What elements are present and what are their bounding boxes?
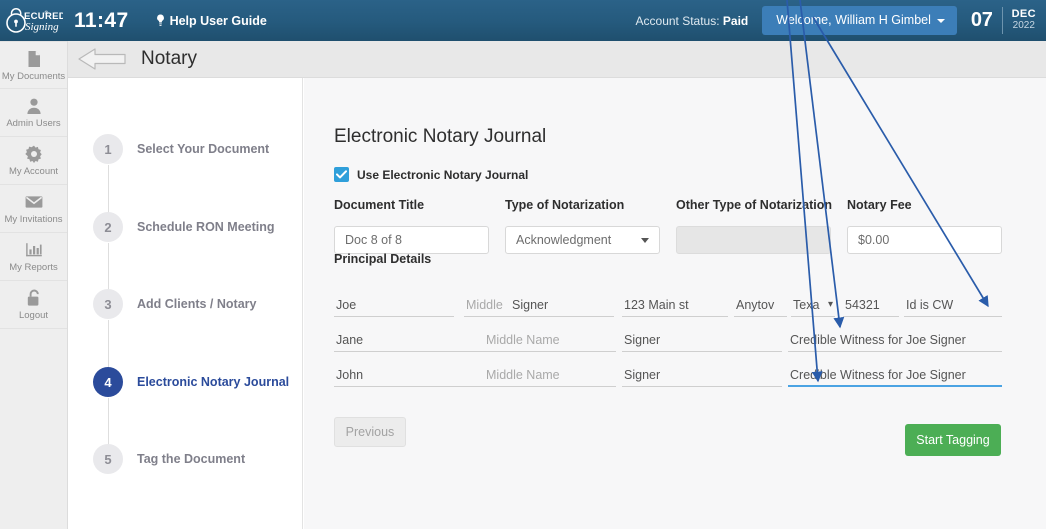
document-title-input[interactable]: Doc 8 of 8 <box>334 226 489 254</box>
sidebar-item-logout[interactable]: Logout <box>0 281 67 329</box>
principal-1-address-input[interactable]: 123 Main st <box>622 294 728 317</box>
principal-3-last-name-input[interactable]: Signer <box>622 364 782 387</box>
lightbulb-icon <box>156 14 164 26</box>
account-status: Account Status: Paid <box>636 14 749 28</box>
sidebar-item-my-reports[interactable]: My Reports <box>0 233 67 281</box>
app-logo[interactable]: ECURED ® Signing <box>0 0 68 41</box>
label-type-of-notarization: Type of Notarization <box>505 198 625 212</box>
account-status-label: Account Status: <box>635 13 720 28</box>
page-titlebar: Notary <box>68 41 1046 78</box>
label-document-title: Document Title <box>334 198 425 212</box>
other-type-of-notarization-input <box>676 226 831 254</box>
principal-details-label: Principal Details <box>334 252 432 266</box>
top-header: ECURED ® Signing 11:47 Help User Guide A… <box>0 0 1046 41</box>
principal-2-note-input[interactable]: Credible Witness for Joe Signer <box>788 329 1002 352</box>
principal-2-middle-name-input[interactable]: Middle Name <box>484 329 616 352</box>
principal-1-last-name-input[interactable]: Signer <box>510 294 614 317</box>
help-user-guide-label: Help User Guide <box>169 13 267 28</box>
form-heading: Electronic Notary Journal <box>334 126 547 147</box>
label-notary-fee: Notary Fee <box>847 198 912 212</box>
sidebar-item-my-documents[interactable]: My Documents <box>0 41 67 89</box>
date-divider <box>1001 7 1003 34</box>
step-1-number: 1 <box>93 134 123 164</box>
chevron-down-icon <box>936 19 945 23</box>
principal-1-state-value: Texa <box>793 298 820 312</box>
chevron-down-icon <box>641 237 649 243</box>
previous-button[interactable]: Previous <box>334 417 406 447</box>
use-electronic-notary-journal-label: Use Electronic Notary Journal <box>357 167 529 182</box>
step-2-label: Schedule RON Meeting <box>137 219 275 234</box>
gear-icon <box>24 145 42 163</box>
chevron-down-icon: ▾ <box>827 299 833 310</box>
page-title: Notary <box>141 48 197 69</box>
sidebar-item-my-account[interactable]: My Account <box>0 137 67 185</box>
wizard-step-3[interactable]: 3 Add Clients / Notary <box>69 289 303 319</box>
date-day: 07 <box>970 9 993 31</box>
wizard-steps: 1 Select Your Document 2 Schedule RON Me… <box>69 78 303 529</box>
principal-3-note-input[interactable]: Credible Witness for Joe Signer <box>788 364 1002 387</box>
sidebar-label-admin-users: Admin Users <box>6 118 61 129</box>
label-other-type-of-notarization: Other Type of Notarization <box>676 198 833 212</box>
principal-1-state-select[interactable]: Texa ▾ <box>791 294 835 317</box>
sidebar-item-my-invitations[interactable]: My Invitations <box>0 185 67 233</box>
sidebar-item-admin-users[interactable]: Admin Users <box>0 89 67 137</box>
notary-fee-input[interactable]: $0.00 <box>847 226 1002 254</box>
principal-3-first-name-input[interactable]: John <box>334 364 484 387</box>
date-month-year: DEC 2022 <box>1012 9 1036 31</box>
wizard-step-4[interactable]: 4 Electronic Notary Journal <box>69 367 303 397</box>
principal-1-city-input[interactable]: Anytov <box>734 294 787 317</box>
sidebar-label-logout: Logout <box>18 310 49 321</box>
welcome-user-menu[interactable]: Welcome, William H Gimbel <box>762 6 957 35</box>
principal-2-first-name-input[interactable]: Jane <box>334 329 484 352</box>
welcome-user-label: Welcome, William H Gimbel <box>776 13 931 27</box>
type-of-notarization-select[interactable]: Acknowledgment <box>505 226 660 254</box>
left-sidebar: My Documents Admin Users My Account My I… <box>0 41 68 529</box>
principal-1-zip-input[interactable]: 54321 <box>843 294 899 317</box>
envelope-icon <box>25 196 42 208</box>
wizard-step-2[interactable]: 2 Schedule RON Meeting <box>69 212 303 242</box>
wizard-step-5[interactable]: 5 Tag the Document <box>69 444 303 474</box>
back-arrow-button[interactable] <box>76 46 128 72</box>
svg-text:®: ® <box>45 9 49 16</box>
step-1-label: Select Your Document <box>137 141 270 156</box>
secured-signing-logo-icon: ECURED ® Signing <box>6 7 63 33</box>
principal-1-first-name-input[interactable]: Joe <box>334 294 454 317</box>
step-2-number: 2 <box>93 212 123 242</box>
user-icon <box>26 98 41 114</box>
header-date: 07 DEC 2022 <box>971 7 1036 34</box>
document-icon <box>28 50 40 67</box>
app-root: ECURED ® Signing 11:47 Help User Guide A… <box>0 0 1046 529</box>
checkbox-checked-icon <box>334 167 349 182</box>
bar-chart-icon <box>25 243 42 257</box>
help-user-guide-link[interactable]: Help User Guide <box>155 14 267 28</box>
step-4-number: 4 <box>93 367 123 397</box>
clock-display: 11:47 <box>74 8 129 32</box>
step-5-number: 5 <box>93 444 123 474</box>
unlock-icon <box>27 289 39 306</box>
wizard-step-1[interactable]: 1 Select Your Document <box>69 134 303 164</box>
step-4-label: Electronic Notary Journal <box>137 374 290 389</box>
sidebar-label-my-reports: My Reports <box>9 262 58 273</box>
main-form-panel: Electronic Notary Journal Use Electronic… <box>304 78 1046 529</box>
type-of-notarization-value: Acknowledgment <box>516 233 612 247</box>
sidebar-label-my-account: My Account <box>8 166 59 177</box>
principal-3-middle-name-input[interactable]: Middle Name <box>484 364 616 387</box>
principal-1-note-input[interactable]: Id is CW <box>904 294 1002 317</box>
sidebar-label-my-documents: My Documents <box>1 70 66 82</box>
svg-text:Signing: Signing <box>25 21 59 33</box>
step-5-label: Tag the Document <box>137 451 246 466</box>
account-status-value: Paid <box>722 13 749 28</box>
use-electronic-notary-journal-checkbox[interactable]: Use Electronic Notary Journal <box>334 167 528 182</box>
principal-2-last-name-input[interactable]: Signer <box>622 329 782 352</box>
start-tagging-button[interactable]: Start Tagging <box>905 424 1001 456</box>
date-year: 2022 <box>1012 20 1035 32</box>
step-3-number: 3 <box>93 289 123 319</box>
sidebar-label-my-invitations: My Invitations <box>4 214 63 225</box>
step-3-label: Add Clients / Notary <box>137 296 257 311</box>
